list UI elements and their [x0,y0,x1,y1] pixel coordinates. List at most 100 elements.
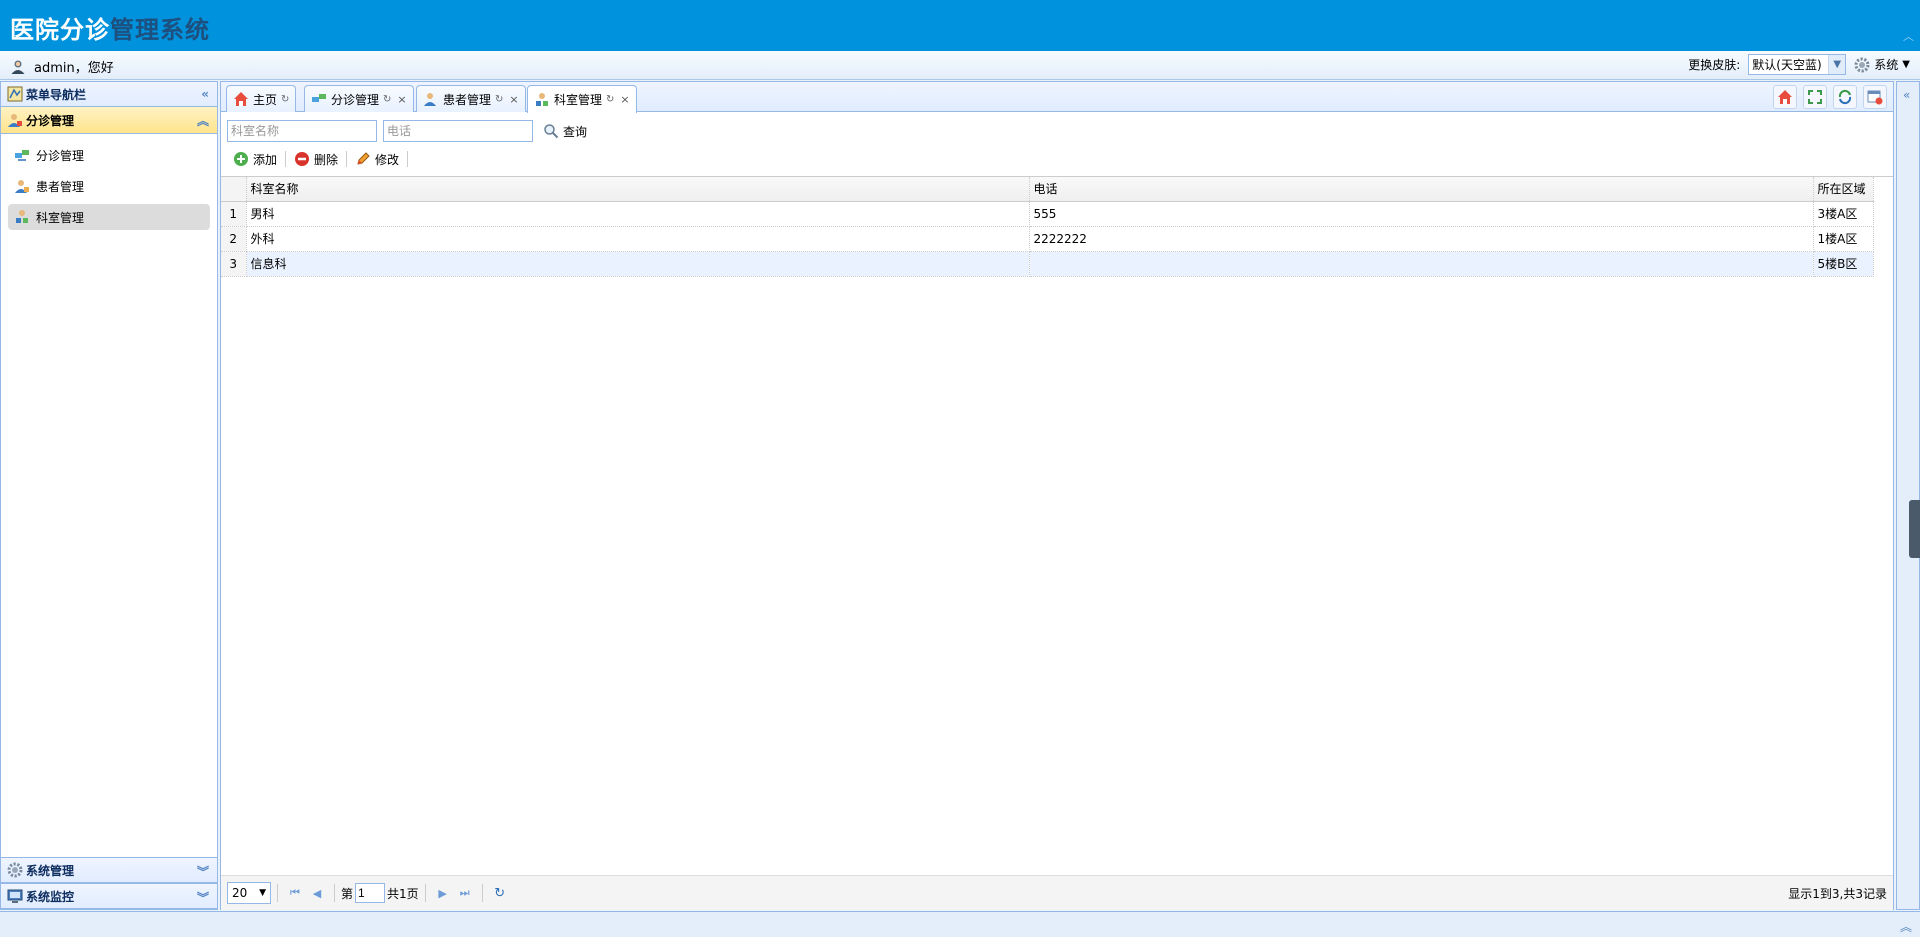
gear-icon [1854,57,1870,72]
datagrid-table: 科室名称 电话 所在区域 1 男科 555 3楼A区 2 外科 2222222 … [221,177,1874,277]
patient-icon [424,93,436,106]
tab-home[interactable]: 主页 ↻ [226,85,297,112]
sidebar-title-text: 菜单导航栏 [26,87,87,102]
search-button-label: 查询 [563,124,588,139]
grid-toolbar: 添加 删除 修改 [227,148,410,170]
fullscreen-tool-button[interactable] [1803,85,1827,109]
collapse-west-icon[interactable]: « [201,87,209,101]
greeting-text: admin，您好 [34,61,114,76]
close-tabs-tool-button[interactable] [1863,85,1887,109]
collapse-north-icon[interactable]: ︿ [1903,28,1914,44]
close-tabs-icon [1867,90,1883,105]
user-bar: admin，您好 更换皮肤: 默认(天空蓝) ▼ 系统 ▼ [0,51,1920,80]
refresh-icon [1838,89,1852,105]
cell-area: 3楼A区 [1813,201,1874,227]
delete-button-label: 删除 [314,152,339,167]
home-icon [234,92,248,106]
search-icon [544,124,559,139]
accordion-head-system-monitor[interactable]: 系统监控 ︾ [1,883,217,909]
chevron-down-double-icon[interactable]: ︾ [197,889,209,906]
home-tool-button[interactable] [1773,85,1797,109]
page-size-select[interactable]: 20 ▼ [227,882,271,904]
toolbar-separator [285,151,287,167]
tab-departments[interactable]: 科室管理 ↻ × [527,85,637,113]
refresh-icon[interactable]: ↻ [606,94,614,105]
east-panel-collapsed[interactable]: « [1896,81,1920,910]
tab-label: 科室管理 [554,93,603,107]
sidebar-item-departments[interactable]: 科室管理 [8,204,210,230]
app-title-part2: 管理系统 [110,16,210,44]
transfer-icon [312,94,326,102]
side-drag-handle[interactable] [1909,500,1920,558]
gear-icon [7,862,23,878]
tab-patients[interactable]: 患者管理 ↻ × [416,85,526,112]
toolbar-separator [346,151,348,167]
chevron-down-double-icon[interactable]: ︾ [197,863,209,880]
user-greeting: admin，您好 [10,57,114,76]
page-size-value: 20 [232,886,248,900]
refresh-icon[interactable]: ↻ [383,94,391,105]
patient-icon [8,114,22,127]
accordion-head-triage[interactable]: 分诊管理 ︽ [1,107,217,134]
cell-phone: 555 [1029,201,1814,227]
dept-name-search-input[interactable] [227,120,377,142]
tab-label: 患者管理 [443,92,492,107]
skin-select-value: 默认(天空蓝) [1752,58,1822,72]
pagination-separator [334,884,335,902]
department-icon [536,92,548,106]
cell-area: 5楼B区 [1813,251,1874,277]
sidebar-item-patients[interactable]: 患者管理 [8,173,210,199]
next-page-icon[interactable]: ▶ [432,887,454,900]
pencil-icon [357,152,370,165]
last-page-icon[interactable]: ⏭ [454,886,476,900]
close-icon[interactable]: × [620,93,629,106]
tab-label: 分诊管理 [331,92,380,107]
tab-triage[interactable]: 分诊管理 ↻ × [304,85,414,112]
row-number-header [221,177,247,202]
close-icon[interactable]: × [509,93,518,106]
close-icon[interactable]: × [397,93,406,106]
department-icon [16,210,28,223]
accordion-head-label: 系统管理 [26,863,75,878]
page-number-input[interactable] [355,883,386,903]
pagination-separator [424,884,426,902]
column-header-dept-name[interactable]: 科室名称 [246,177,1030,202]
column-header-phone[interactable]: 电话 [1029,177,1814,202]
pagination-separator [481,884,483,902]
main-panel: 主页 ↻ 分诊管理 ↻ × 患者管理 ↻ × 科室管理 ↻ × 科室名称 电话 … [220,81,1894,910]
first-page-icon[interactable]: ⏮ [284,886,306,900]
transfer-icon [15,150,29,161]
total-pages: 共1页 [387,886,419,901]
refresh-icon[interactable]: ↻ [489,886,511,901]
accordion-head-system-admin[interactable]: 系统管理 ︾ [1,857,217,883]
search-button[interactable]: 查询 [539,123,591,140]
sidebar-item-label: 科室管理 [36,210,85,225]
column-header-area[interactable]: 所在区域 [1813,177,1874,202]
refresh-icon[interactable]: ↻ [495,94,503,105]
app-title-part1: 医院分诊 [10,16,110,44]
table-row[interactable]: 2 外科 2222222 1楼A区 [221,226,1874,252]
expand-south-icon[interactable]: ︽ [1900,918,1912,935]
refresh-tool-button[interactable] [1833,85,1857,109]
row-number: 2 [221,226,247,252]
toolbar-separator [407,151,409,167]
sidebar-item-triage[interactable]: 分诊管理 [8,142,210,168]
add-button-label: 添加 [253,152,278,167]
system-menu-label: 系统 [1874,58,1899,72]
table-row[interactable]: 3 信息科 5楼B区 [221,251,1874,277]
user-icon [11,60,25,74]
refresh-icon[interactable]: ↻ [281,94,289,105]
edit-button-label: 修改 [375,152,400,167]
chevron-up-double-icon[interactable]: ︽ [197,112,209,129]
table-row[interactable]: 1 男科 555 3楼A区 [221,201,1874,227]
skin-select[interactable]: 默认(天空蓝) ▼ [1748,54,1847,75]
edit-button[interactable]: 修改 [349,151,405,168]
add-button[interactable]: 添加 [227,151,283,168]
cell-dept-name: 信息科 [246,251,1030,277]
app-header: 医院分诊管理系统 ︿ [0,0,1920,51]
system-menu-button[interactable]: 系统 ▼ [1854,56,1910,73]
delete-button[interactable]: 删除 [288,151,344,168]
prev-page-icon[interactable]: ◀ [306,887,328,900]
phone-search-input[interactable] [383,120,533,142]
expand-east-icon[interactable]: « [1903,88,1910,102]
